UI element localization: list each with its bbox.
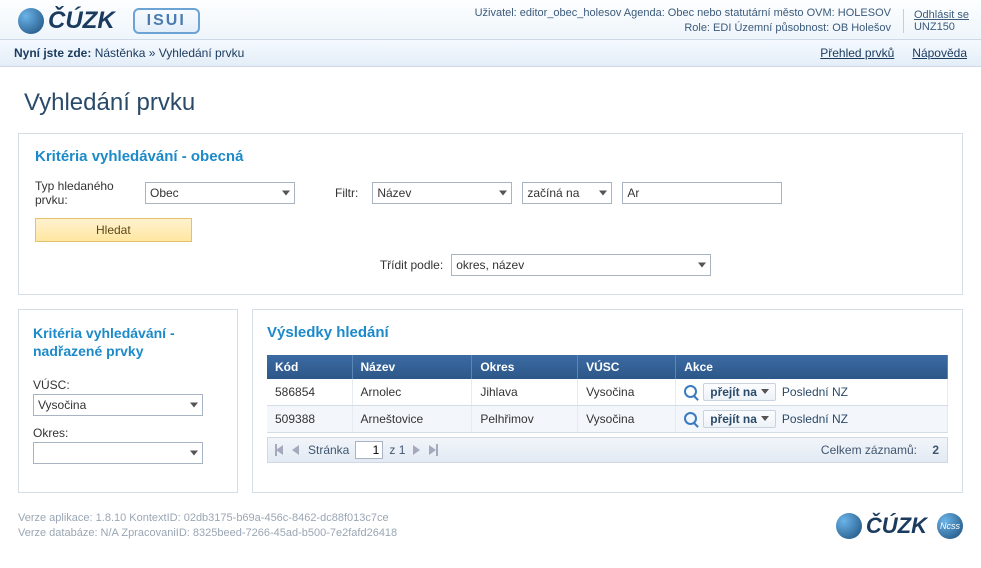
filter-op-select[interactable]: začíná na — [522, 182, 612, 204]
go-to-button[interactable]: přejít na — [703, 383, 776, 401]
panel-criteria-general: Kritéria vyhledávání - obecná Typ hledan… — [18, 133, 963, 295]
breadcrumb-bar: Nyní jste zde: Nástěnka » Vyhledání prvk… — [0, 40, 981, 67]
results-table: Kód Název Okres VÚSC Akce 586854ArnolecJ… — [267, 355, 948, 433]
pager-first-icon[interactable] — [276, 444, 286, 456]
footer: Verze aplikace: 1.8.10 KontextID: 02db31… — [0, 505, 981, 554]
page-title: Vyhledání prvku — [24, 89, 981, 117]
okres-select[interactable] — [33, 442, 203, 464]
logo-cuzk[interactable]: ČÚZK — [18, 7, 115, 35]
cell-vusc: Vysočina — [578, 405, 676, 432]
globe-icon — [18, 8, 44, 34]
panel-results: Výsledky hledání Kód Název Okres VÚSC Ak… — [252, 309, 963, 493]
globe-icon — [836, 513, 862, 539]
pager-page-input[interactable] — [355, 441, 383, 459]
go-to-button[interactable]: přejít na — [703, 410, 776, 428]
pager-total-label: Celkem záznamů: — [821, 443, 917, 457]
pager: Stránka z 1 Celkem záznamů: 2 — [267, 437, 948, 463]
criteria-parent-title: Kritéria vyhledávání - nadřazené prvky — [33, 324, 223, 360]
pager-of: z 1 — [389, 443, 405, 457]
col-kod[interactable]: Kód — [267, 355, 352, 379]
cell-kod: 509388 — [267, 405, 352, 432]
search-button[interactable]: Hledat — [35, 218, 192, 242]
pager-total: 2 — [932, 443, 939, 457]
last-nz-link[interactable]: Poslední NZ — [782, 412, 848, 426]
cell-okres: Jihlava — [472, 379, 578, 406]
logo-area: ČÚZK ISUI — [18, 7, 200, 35]
user-info: Uživatel: editor_obec_holesov Agenda: Ob… — [475, 6, 891, 37]
sort-label: Třídit podle: — [380, 258, 443, 272]
logout-code: UNZ150 — [914, 21, 955, 33]
cell-kod: 586854 — [267, 379, 352, 406]
vusc-label: VÚSC: — [33, 378, 223, 392]
cell-akce: přejít na Poslední NZ — [676, 405, 948, 432]
cell-okres: Pelhřimov — [472, 405, 578, 432]
footer-logo-ncss[interactable]: Ncss — [937, 513, 963, 539]
cell-vusc: Vysočina — [578, 379, 676, 406]
search-icon[interactable] — [684, 385, 697, 398]
footer-line-1: Verze aplikace: 1.8.10 KontextID: 02db31… — [18, 511, 397, 526]
footer-line-2: Verze databáze: N/A ZpracovaniID: 8325be… — [18, 526, 397, 541]
results-title: Výsledky hledání — [267, 324, 948, 341]
sort-select[interactable]: okres, název — [451, 254, 711, 276]
pager-page-label: Stránka — [308, 443, 349, 457]
type-select[interactable]: Obec — [145, 182, 295, 204]
pager-next-icon[interactable] — [411, 444, 421, 456]
logo-isui[interactable]: ISUI — [133, 8, 200, 34]
last-nz-link[interactable]: Poslední NZ — [782, 385, 848, 399]
link-overview[interactable]: Přehled prvků — [820, 46, 894, 60]
filter-value-input[interactable]: Ar — [622, 182, 782, 204]
top-bar: ČÚZK ISUI Uživatel: editor_obec_holesov … — [0, 0, 981, 40]
filter-attr-select[interactable]: Název — [372, 182, 512, 204]
cell-nazev: Arneštovice — [352, 405, 472, 432]
user-line-2: Role: EDI Územní působnost: OB Holešov — [475, 21, 891, 36]
filter-label: Filtr: — [335, 186, 358, 200]
col-nazev[interactable]: Název — [352, 355, 472, 379]
pager-last-icon[interactable] — [427, 444, 437, 456]
footer-logo-cuzk[interactable]: ČÚZK — [836, 513, 927, 539]
cell-akce: přejít na Poslední NZ — [676, 379, 948, 406]
okres-label: Okres: — [33, 426, 223, 440]
logout-link[interactable]: Odhlásit se — [914, 9, 969, 21]
user-line-1: Uživatel: editor_obec_holesov Agenda: Ob… — [475, 6, 891, 21]
type-label: Typ hledaného prvku: — [35, 179, 131, 208]
logout-area: Odhlásit se UNZ150 — [903, 9, 969, 33]
search-icon[interactable] — [684, 412, 697, 425]
cell-nazev: Arnolec — [352, 379, 472, 406]
breadcrumb-label: Nyní jste zde: — [14, 46, 91, 60]
col-vusc[interactable]: VÚSC — [578, 355, 676, 379]
vusc-select[interactable]: Vysočina — [33, 394, 203, 416]
breadcrumb-path: Nástěnka » Vyhledání prvku — [95, 46, 245, 60]
col-okres[interactable]: Okres — [472, 355, 578, 379]
table-row: 509388ArneštovicePelhřimovVysočinapřejít… — [267, 405, 948, 432]
criteria-general-title: Kritéria vyhledávání - obecná — [35, 148, 946, 165]
panel-criteria-parent: Kritéria vyhledávání - nadřazené prvky V… — [18, 309, 238, 493]
link-help[interactable]: Nápověda — [912, 46, 967, 60]
logo-cuzk-text: ČÚZK — [48, 7, 115, 35]
pager-prev-icon[interactable] — [292, 444, 302, 456]
col-akce: Akce — [676, 355, 948, 379]
table-row: 586854ArnolecJihlavaVysočina přejít na Pos… — [267, 379, 948, 406]
